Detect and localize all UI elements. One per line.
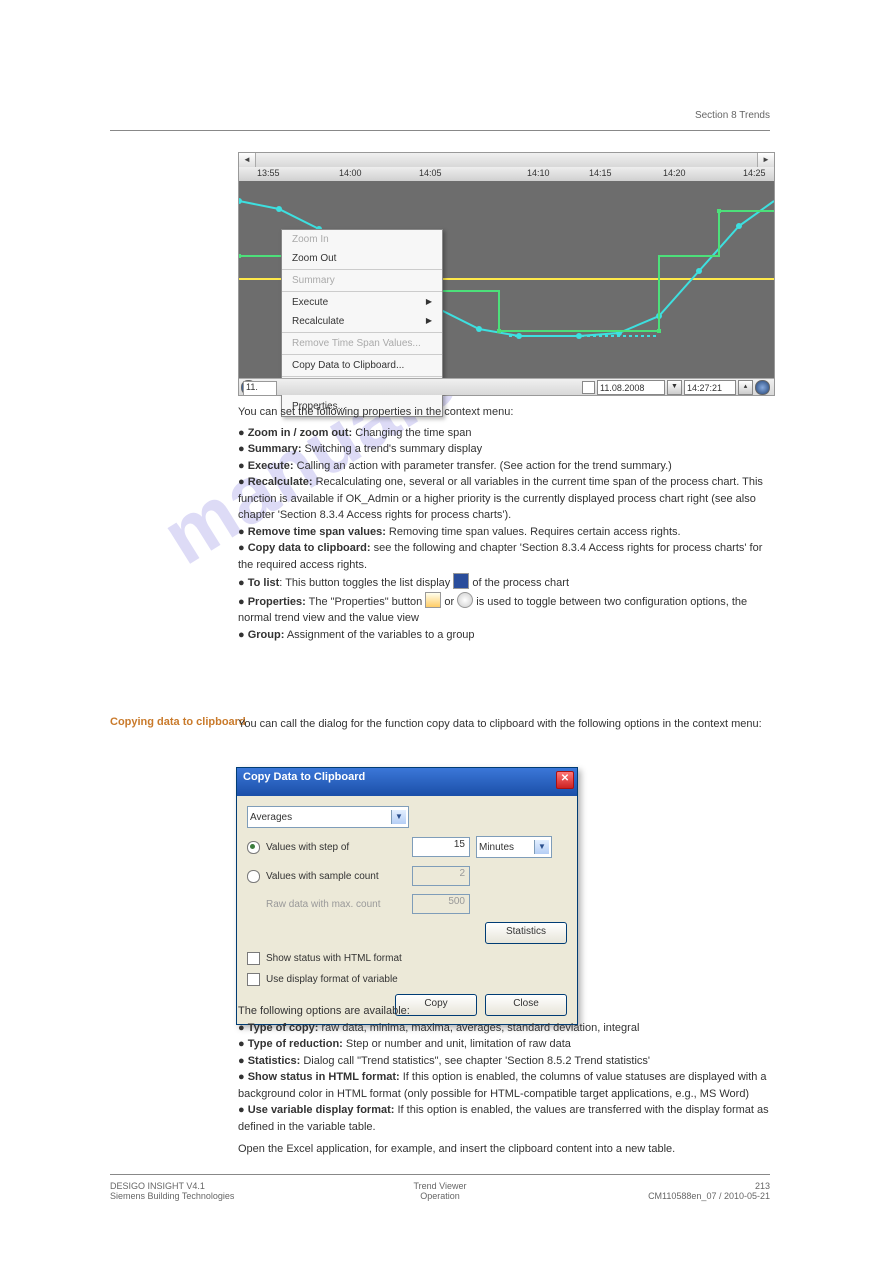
label-html: Show status with HTML format bbox=[266, 953, 402, 964]
dialog-title: Copy Data to Clipboard bbox=[243, 771, 365, 783]
radio-step[interactable] bbox=[247, 841, 260, 854]
bold-remove: Remove time span values: bbox=[248, 526, 386, 538]
bold-summary: Summary: bbox=[248, 443, 302, 455]
bottom-checkbox[interactable] bbox=[582, 381, 595, 394]
bottom-left-datebox[interactable]: 11. bbox=[243, 381, 277, 396]
raw-value-input: 500 bbox=[412, 894, 470, 914]
statistics-button[interactable]: Statistics bbox=[485, 922, 567, 944]
footer-pagenum: 213 bbox=[648, 1181, 770, 1191]
dialog-titlebar[interactable]: Copy Data to Clipboard ✕ bbox=[237, 768, 577, 796]
bold-group: Group: bbox=[248, 629, 285, 641]
props-icon-1 bbox=[425, 592, 441, 608]
label-display-format: Use display format of variable bbox=[266, 974, 398, 985]
ctx-zoom-out[interactable]: Zoom Out bbox=[282, 249, 442, 268]
ctx-recalc[interactable]: Recalculate▶ bbox=[282, 312, 442, 331]
bold-zoom: Zoom in / zoom out: bbox=[248, 427, 352, 439]
ctx-remove-span: Remove Time Span Values... bbox=[282, 334, 442, 353]
type-select-value: Averages bbox=[250, 812, 292, 823]
close-icon[interactable]: ✕ bbox=[556, 771, 574, 789]
footer-date: CM110588en_07 / 2010-05-21 bbox=[648, 1191, 770, 1201]
step-value-input[interactable]: 15 bbox=[412, 837, 470, 857]
bold-recalc: Recalculate: bbox=[248, 476, 313, 488]
list-toggle-icon bbox=[453, 573, 469, 589]
tick-3: 14:10 bbox=[527, 168, 550, 178]
bold-copytype: Type of copy: bbox=[248, 1022, 319, 1034]
unit-select[interactable]: Minutes ▼ bbox=[476, 836, 552, 858]
tick-5: 14:20 bbox=[663, 168, 686, 178]
tick-6: 14:25 bbox=[743, 168, 766, 178]
time-field[interactable]: 14:27:21 bbox=[684, 380, 736, 395]
copy-intro: You can call the dialog for the function… bbox=[238, 716, 773, 733]
label-raw: Raw data with max. count bbox=[266, 899, 406, 910]
chart-plot-area: Zoom In Zoom Out Summary Execute▶ Recalc… bbox=[239, 181, 774, 379]
bold-stats: Statistics: bbox=[248, 1055, 301, 1067]
footer-right-3: Siemens Building Technologies bbox=[110, 1191, 234, 1201]
footer-left: DESIGO INSIGHT V4.1 bbox=[110, 1181, 234, 1191]
header-rule bbox=[110, 130, 770, 131]
label-sample: Values with sample count bbox=[266, 871, 406, 882]
chart-bottom-bar: 11. 11.08.2008 ▼ 14:27:21 ▴ bbox=[239, 378, 774, 395]
label-step: Values with step of bbox=[266, 842, 406, 853]
scroll-right-icon[interactable]: ► bbox=[757, 153, 774, 167]
tick-4: 14:15 bbox=[589, 168, 612, 178]
type-select[interactable]: Averages ▼ bbox=[247, 806, 409, 828]
time-axis: 13:55 14:00 14:05 14:10 14:15 14:20 14:2… bbox=[239, 167, 774, 181]
text-block-2: The following options are available: ● T… bbox=[238, 1003, 773, 1158]
date-dropdown-icon[interactable]: ▼ bbox=[667, 380, 682, 395]
page-footer: Trend Viewer Operation DESIGO INSIGHT V4… bbox=[110, 1174, 770, 1201]
tick-2: 14:05 bbox=[419, 168, 442, 178]
bold-html: Show status in HTML format: bbox=[248, 1071, 400, 1083]
p-last: Open the Excel application, for example,… bbox=[238, 1141, 773, 1158]
p1: You can set the following properties in … bbox=[238, 404, 773, 421]
scroll-left-icon[interactable]: ◄ bbox=[239, 153, 256, 167]
chk-html[interactable] bbox=[247, 952, 260, 965]
p1-opts: The following options are available: bbox=[238, 1003, 773, 1020]
globe-icon-2[interactable] bbox=[755, 380, 770, 395]
date-field[interactable]: 11.08.2008 bbox=[597, 380, 665, 395]
tick-0: 13:55 bbox=[257, 168, 280, 178]
time-spinner-icon[interactable]: ▴ bbox=[738, 380, 753, 395]
chart-screenshot: ◄ ► 13:55 14:00 14:05 14:10 14:15 14:20 … bbox=[238, 152, 775, 396]
sample-value-input: 2 bbox=[412, 866, 470, 886]
ctx-summary: Summary bbox=[282, 271, 442, 290]
chevron-down-icon[interactable]: ▼ bbox=[391, 810, 406, 824]
copy-dialog: Copy Data to Clipboard ✕ Averages ▼ Valu… bbox=[236, 767, 578, 1025]
breadcrumb: Section 8 Trends bbox=[695, 110, 770, 121]
clock-icon bbox=[457, 592, 473, 608]
radio-sample[interactable] bbox=[247, 870, 260, 883]
unit-value: Minutes bbox=[479, 842, 514, 853]
bold-tolist: To list bbox=[248, 577, 280, 589]
bold-reduction: Type of reduction: bbox=[248, 1038, 343, 1050]
scrollbar[interactable]: ◄ ► bbox=[239, 153, 774, 168]
copy-heading: Copying data to clipboard bbox=[110, 716, 246, 728]
bold-execute: Execute: bbox=[248, 460, 294, 472]
ctx-zoom-in: Zoom In bbox=[282, 230, 442, 249]
ctx-execute[interactable]: Execute▶ bbox=[282, 293, 442, 312]
bold-dispfmt: Use variable display format: bbox=[248, 1104, 395, 1116]
text-block-1: You can set the following properties in … bbox=[238, 404, 773, 643]
ctx-copy-data[interactable]: Copy Data to Clipboard... bbox=[282, 356, 442, 375]
chevron-down-icon[interactable]: ▼ bbox=[534, 840, 549, 854]
bold-props: Properties: bbox=[248, 596, 306, 608]
tick-1: 14:00 bbox=[339, 168, 362, 178]
bold-copy: Copy data to clipboard: bbox=[248, 542, 371, 554]
chk-display-format[interactable] bbox=[247, 973, 260, 986]
